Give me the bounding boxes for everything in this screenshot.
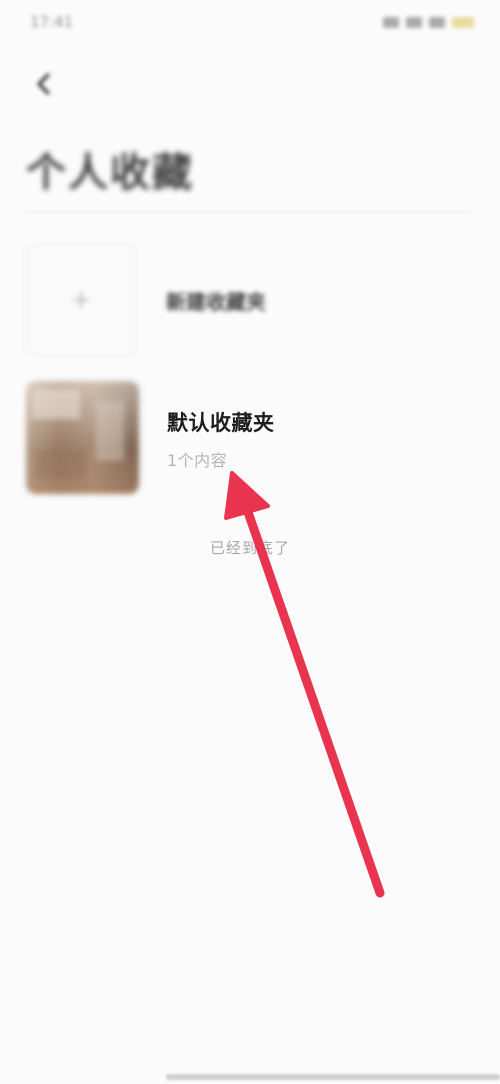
signal-icon (383, 16, 399, 28)
home-indicator[interactable] (166, 1074, 500, 1080)
status-icons (383, 16, 474, 28)
plus-icon: + (70, 285, 92, 315)
cellular-icon (429, 16, 445, 28)
page-title: 个人收藏 (26, 150, 194, 196)
new-folder-button[interactable]: + 新建收藏夹 (26, 244, 476, 356)
title-divider (26, 212, 470, 213)
folder-name: 默认收藏夹 (167, 411, 275, 435)
chevron-left-icon (37, 73, 50, 95)
battery-icon (452, 16, 474, 28)
new-folder-label: 新建收藏夹 (166, 289, 266, 314)
list-end-text: 已经到底了 (209, 539, 290, 557)
new-folder-box[interactable]: + (26, 245, 136, 355)
folder-item-default[interactable]: 默认收藏夹 1个内容 (26, 380, 476, 494)
wifi-icon (406, 16, 422, 28)
folder-thumbnail[interactable] (26, 380, 139, 494)
status-time: 17:41 (30, 13, 74, 31)
folder-item-count: 1个内容 (167, 451, 228, 470)
annotation-arrow-shaft (243, 507, 385, 898)
status-bar: 17:41 (30, 8, 474, 36)
back-button[interactable] (26, 66, 62, 102)
folder-text: 默认收藏夹 1个内容 (167, 407, 275, 471)
